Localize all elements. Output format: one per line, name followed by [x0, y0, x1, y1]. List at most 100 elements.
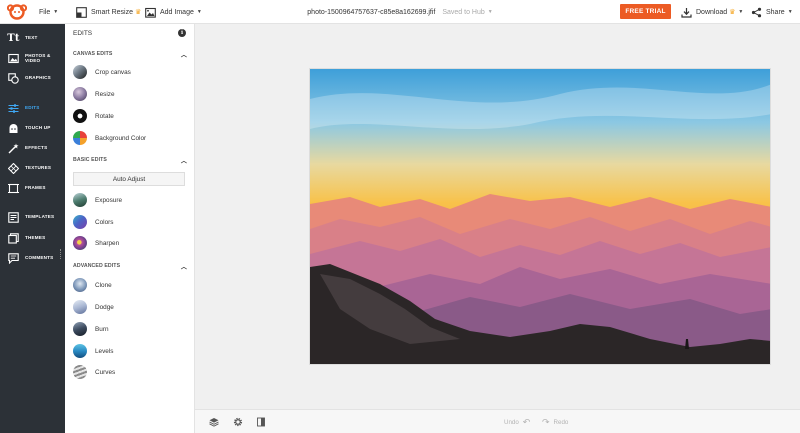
edit-label: Sharpen [95, 239, 120, 247]
panel-resize-handle[interactable] [60, 249, 62, 259]
nav-item-label: TEMPLATES [25, 214, 55, 220]
nav-item-graphics[interactable]: GRAPHICS [0, 68, 65, 88]
edit-label: Exposure [95, 196, 122, 204]
dodge-thumbnail [73, 300, 87, 314]
graphics-icon [8, 72, 19, 84]
chevron-down-icon: ▼ [487, 9, 493, 15]
nav-item-comments[interactable]: COMMENTS [0, 248, 65, 268]
nav-item-frames[interactable]: FRAMES [0, 178, 65, 198]
nav-item-edits[interactable]: EDITS [0, 98, 65, 118]
photos-icon [8, 53, 19, 63]
chevron-down-icon: ▼ [196, 9, 202, 15]
download-label: Download [696, 8, 728, 16]
section-label: BASIC EDITS [73, 157, 107, 163]
nav-item-label: FRAMES [25, 185, 46, 191]
edit-label: Levels [95, 347, 114, 355]
redo-icon: ↷ [542, 416, 550, 427]
edit-label: Curves [95, 368, 116, 376]
file-menu[interactable]: File ▼ [39, 0, 58, 24]
touch-up-icon [9, 123, 18, 133]
crop-canvas-thumbnail [73, 65, 87, 79]
gear-icon[interactable] [233, 417, 243, 427]
undo-button[interactable]: Undo ↶ [504, 410, 530, 433]
undo-icon: ↶ [522, 416, 531, 427]
edit-clone[interactable]: Clone [73, 277, 187, 293]
add-image-button[interactable]: Add Image ▼ [145, 0, 202, 24]
share-icon [751, 7, 762, 17]
chevron-up-icon: ︿ [180, 158, 187, 165]
crown-icon: ♛ [135, 9, 142, 16]
chevron-up-icon: ︿ [180, 264, 187, 271]
sharpen-thumbnail [73, 236, 87, 250]
nav-item-label: EDITS [25, 105, 40, 111]
section-advanced-edits[interactable]: ADVANCED EDITS ︿ [73, 261, 187, 271]
rotate-thumbnail [73, 109, 87, 123]
nav-item-label: TEXT [25, 35, 38, 41]
download-button[interactable]: Download ♛ ▼ [681, 0, 743, 24]
edit-label: Dodge [95, 303, 114, 311]
edit-background-color[interactable]: Background Color [73, 130, 187, 146]
nav-item-textures[interactable]: TEXTURES [0, 158, 65, 178]
edit-sharpen[interactable]: Sharpen [73, 235, 187, 251]
nav-item-touch-up[interactable]: TOUCH UP [0, 118, 65, 138]
file-menu-label: File [39, 8, 51, 16]
undo-label: Undo [504, 418, 519, 426]
edit-colors[interactable]: Colors [73, 214, 187, 230]
resize-thumbnail [73, 87, 87, 101]
comments-icon [8, 252, 19, 264]
add-image-icon [145, 7, 156, 18]
left-nav: Tt TEXT PHOTOS & VIDEO GRAPHICS EDITS TO… [0, 24, 65, 433]
info-icon[interactable]: i [178, 29, 186, 37]
saved-status[interactable]: Saved to Hub [442, 9, 484, 16]
auto-adjust-button[interactable]: Auto Adjust [73, 172, 185, 186]
edit-label: Colors [95, 218, 114, 226]
smart-resize-button[interactable]: Smart Resize ♛ [76, 0, 141, 24]
burn-thumbnail [73, 322, 87, 336]
free-trial-button[interactable]: FREE TRIAL [620, 4, 671, 19]
bottom-toolbar: Undo ↶ ↷ Redo [195, 409, 800, 433]
edit-label: Crop canvas [95, 68, 131, 76]
nav-item-templates[interactable]: TEMPLATES [0, 207, 65, 227]
levels-thumbnail [73, 344, 87, 358]
edits-panel: EDITS i CANVAS EDITS ︿ Crop canvas Resiz… [65, 24, 195, 433]
edit-label: Resize [95, 90, 115, 98]
section-canvas-edits[interactable]: CANVAS EDITS ︿ [73, 49, 187, 59]
chevron-up-icon: ︿ [180, 52, 187, 59]
smart-resize-label: Smart Resize [91, 8, 134, 16]
exposure-thumbnail [73, 193, 87, 207]
canvas-image[interactable] [309, 68, 771, 365]
nav-item-label: PHOTOS & VIDEO [25, 52, 51, 64]
text-icon: Tt [7, 32, 20, 44]
section-basic-edits[interactable]: BASIC EDITS ︿ [73, 155, 187, 165]
edit-dodge[interactable]: Dodge [73, 299, 187, 315]
edit-resize[interactable]: Resize [73, 86, 187, 102]
edit-curves[interactable]: Curves [73, 364, 187, 380]
edit-exposure[interactable]: Exposure [73, 192, 187, 208]
picmonkey-logo[interactable] [7, 4, 27, 20]
templates-icon [8, 211, 19, 223]
nav-item-effects[interactable]: EFFECTS [0, 138, 65, 158]
share-button[interactable]: Share ▼ [751, 0, 793, 24]
nav-item-label: TEXTURES [25, 165, 52, 171]
colors-thumbnail [73, 215, 87, 229]
compare-icon[interactable] [256, 417, 266, 427]
redo-label: Redo [553, 418, 569, 426]
nav-item-photos-video[interactable]: PHOTOS & VIDEO [0, 48, 65, 68]
redo-button[interactable]: ↷ Redo [542, 410, 568, 433]
edits-icon [8, 103, 19, 113]
edit-label: Clone [95, 281, 112, 289]
nav-item-text[interactable]: Tt TEXT [0, 28, 65, 48]
crown-icon: ♛ [729, 9, 736, 16]
panel-title: EDITS [73, 30, 93, 37]
edit-levels[interactable]: Levels [73, 343, 187, 359]
edit-label: Burn [95, 325, 109, 333]
edit-rotate[interactable]: Rotate [73, 108, 187, 124]
section-label: ADVANCED EDITS [73, 263, 121, 269]
nav-item-label: TOUCH UP [25, 125, 51, 131]
layers-icon[interactable] [209, 417, 219, 427]
download-icon [681, 7, 692, 18]
edit-burn[interactable]: Burn [73, 321, 187, 337]
nav-item-themes[interactable]: THEMES [0, 228, 65, 248]
edit-crop-canvas[interactable]: Crop canvas [73, 64, 187, 80]
filename[interactable]: photo-1500964757637-c85e8a162699.jfif [307, 9, 435, 16]
